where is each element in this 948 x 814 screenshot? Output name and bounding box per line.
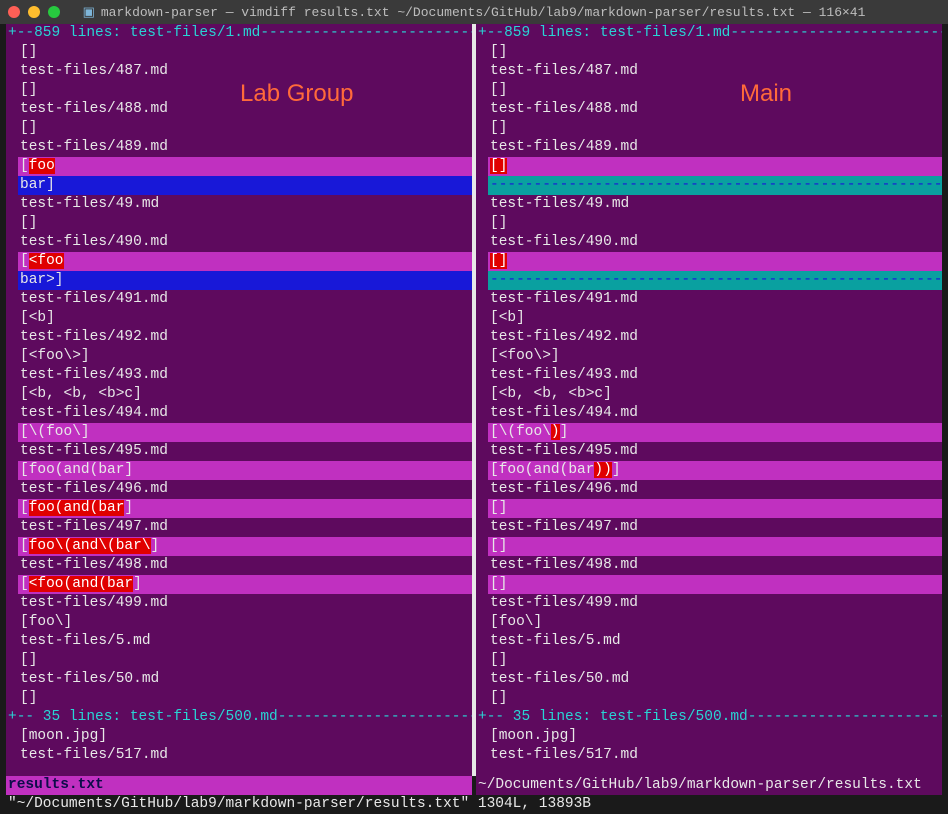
diff-line: [] [488, 651, 942, 670]
diff-line: test-files/489.md [488, 138, 942, 157]
diff-line: [foo(and(bar] [18, 461, 472, 480]
diff-line: [foo\] [488, 613, 942, 632]
diff-line: test-files/5.md [488, 632, 942, 651]
diff-line: [foo(and(bar))] [488, 461, 942, 480]
diff-line: [foo(and(bar] [18, 499, 472, 518]
fold-line[interactable]: +-- 35 lines: test-files/500.md---------… [488, 708, 942, 727]
diff-line: test-files/498.md [18, 556, 472, 575]
diff-line: test-files/50.md [18, 670, 472, 689]
diff-line: [] [18, 43, 472, 62]
diff-line: [moon.jpg] [18, 727, 472, 746]
diff-line: [foo\] [18, 613, 472, 632]
scrollbar[interactable] [942, 24, 948, 805]
diff-line: test-files/487.md [18, 62, 472, 81]
diff-line: test-files/493.md [488, 366, 942, 385]
diff-line: test-files/490.md [488, 233, 942, 252]
title-label: markdown-parser — vimdiff results.txt ~/… [101, 5, 866, 20]
right-pane[interactable]: +--859 lines: test-files/1.md-----------… [476, 24, 942, 776]
diff-line: test-files/491.md [18, 290, 472, 309]
fold-line[interactable]: +--859 lines: test-files/1.md-----------… [488, 24, 942, 43]
diff-line: test-files/495.md [488, 442, 942, 461]
window-titlebar: ▣ markdown-parser — vimdiff results.txt … [0, 0, 948, 24]
status-row: results.txt ~/Documents/GitHub/lab9/mark… [0, 776, 948, 795]
diff-line: test-files/50.md [488, 670, 942, 689]
diff-line: test-files/494.md [18, 404, 472, 423]
diff-line: [<foo(and(bar] [18, 575, 472, 594]
diff-line: [] [488, 252, 942, 271]
diff-line: test-files/494.md [488, 404, 942, 423]
diff-line: test-files/498.md [488, 556, 942, 575]
fold-line[interactable]: +--859 lines: test-files/1.md-----------… [18, 24, 472, 43]
diff-line: [] [488, 537, 942, 556]
gutter [476, 24, 488, 776]
diff-line: [\(foo\] [18, 423, 472, 442]
diff-line: [foo [18, 157, 472, 176]
diff-line: test-files/488.md [18, 100, 472, 119]
diff-line: ----------------------------------------… [488, 176, 942, 195]
diff-panes: +--859 lines: test-files/1.md-----------… [0, 24, 948, 776]
diff-line: test-files/497.md [18, 518, 472, 537]
diff-line: [<foo\>] [488, 347, 942, 366]
diff-line: [] [18, 119, 472, 138]
diff-line: test-files/496.md [18, 480, 472, 499]
diff-line: [<b, <b, <b>c] [488, 385, 942, 404]
diff-line: [] [488, 43, 942, 62]
diff-line: test-files/492.md [488, 328, 942, 347]
close-icon[interactable] [8, 6, 20, 18]
diff-line: [] [18, 214, 472, 233]
diff-line: [] [488, 119, 942, 138]
diff-line: test-files/517.md [18, 746, 472, 765]
diff-line: test-files/497.md [488, 518, 942, 537]
right-content: +--859 lines: test-files/1.md-----------… [488, 24, 942, 765]
diff-line: test-files/49.md [18, 195, 472, 214]
window-title: ▣ markdown-parser — vimdiff results.txt … [83, 5, 866, 20]
left-content: +--859 lines: test-files/1.md-----------… [18, 24, 472, 765]
diff-line: test-files/490.md [18, 233, 472, 252]
diff-line: [<b] [18, 309, 472, 328]
diff-line: [] [488, 689, 942, 708]
diff-line: [foo\(and\(bar\] [18, 537, 472, 556]
fold-line[interactable]: +-- 35 lines: test-files/500.md---------… [18, 708, 472, 727]
diff-line: test-files/517.md [488, 746, 942, 765]
diff-line: ----------------------------------------… [488, 271, 942, 290]
diff-line: test-files/5.md [18, 632, 472, 651]
diff-line: test-files/491.md [488, 290, 942, 309]
diff-line: [] [488, 214, 942, 233]
minimize-icon[interactable] [28, 6, 40, 18]
diff-line: [<foo\>] [18, 347, 472, 366]
diff-line: [] [488, 499, 942, 518]
diff-line: [<b] [488, 309, 942, 328]
maximize-icon[interactable] [48, 6, 60, 18]
diff-line: test-files/499.md [488, 594, 942, 613]
diff-line: test-files/493.md [18, 366, 472, 385]
diff-line: [] [488, 81, 942, 100]
diff-line: [] [18, 81, 472, 100]
diff-line: bar] [18, 176, 472, 195]
status-right: ~/Documents/GitHub/lab9/markdown-parser/… [476, 776, 942, 795]
diff-line: [\(foo\)] [488, 423, 942, 442]
diff-line: test-files/488.md [488, 100, 942, 119]
diff-line: [<foo [18, 252, 472, 271]
diff-line: test-files/499.md [18, 594, 472, 613]
diff-line: [] [18, 689, 472, 708]
diff-line: test-files/489.md [18, 138, 472, 157]
diff-line: [] [18, 651, 472, 670]
diff-line: test-files/495.md [18, 442, 472, 461]
status-left: results.txt [6, 776, 472, 795]
diff-line: [] [488, 575, 942, 594]
diff-line: test-files/492.md [18, 328, 472, 347]
folder-icon: ▣ [83, 5, 95, 20]
diff-line: test-files/49.md [488, 195, 942, 214]
diff-line: [moon.jpg] [488, 727, 942, 746]
diff-line: test-files/487.md [488, 62, 942, 81]
traffic-lights [8, 6, 60, 18]
gutter [6, 24, 18, 776]
diff-line: test-files/496.md [488, 480, 942, 499]
diff-line: bar>] [18, 271, 472, 290]
diff-line: [] [488, 157, 942, 176]
left-pane[interactable]: +--859 lines: test-files/1.md-----------… [6, 24, 472, 776]
diff-line: [<b, <b, <b>c] [18, 385, 472, 404]
